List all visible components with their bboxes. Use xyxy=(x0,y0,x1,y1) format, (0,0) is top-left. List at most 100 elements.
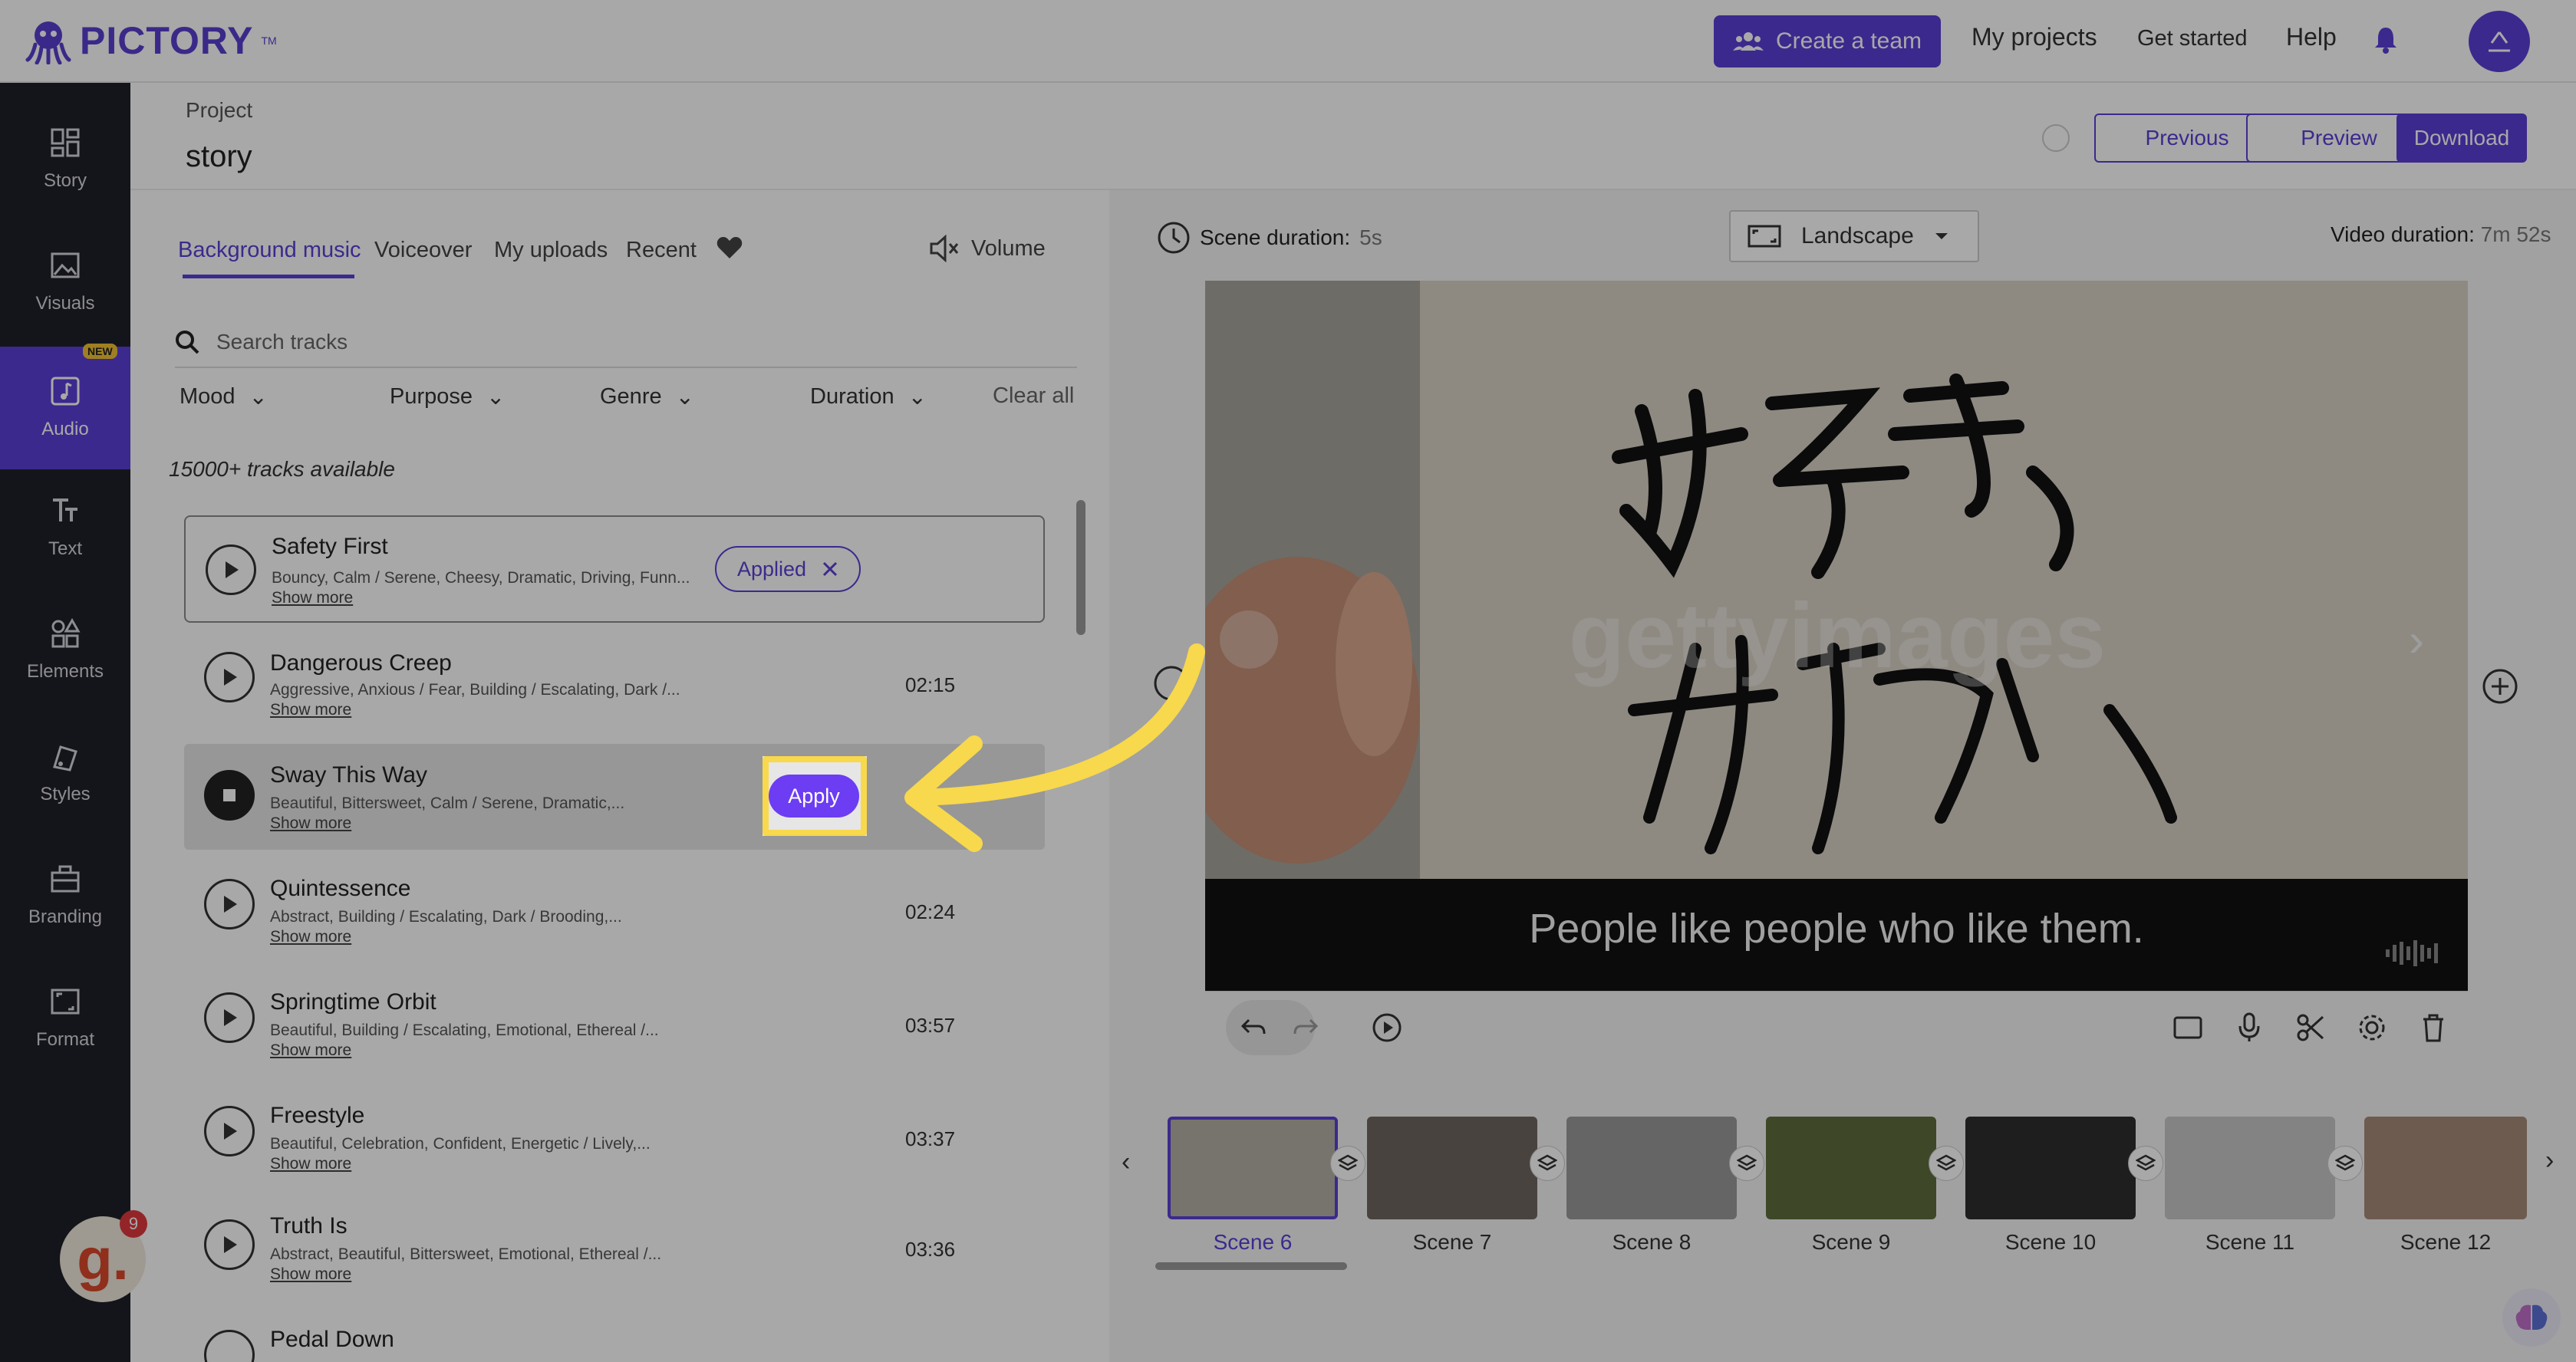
show-more-link[interactable]: Show more xyxy=(270,701,351,719)
layers-icon[interactable] xyxy=(2128,1146,2163,1181)
layers-icon[interactable] xyxy=(1530,1146,1565,1181)
scenes-next-arrow-icon[interactable]: › xyxy=(2545,1146,2554,1176)
hand-holding-image xyxy=(1174,281,1420,879)
play-button[interactable] xyxy=(204,1330,255,1362)
search-tracks-bar[interactable]: Search tracks xyxy=(175,317,1077,368)
my-projects-link[interactable]: My projects xyxy=(1972,23,2097,51)
play-button[interactable] xyxy=(204,1219,255,1270)
prev-frame-arrow-icon[interactable] xyxy=(1220,610,1278,669)
scene-duration-value[interactable]: 5s xyxy=(1359,225,1382,250)
chevron-down-icon: ⌄ xyxy=(675,385,694,410)
favorites-heart-icon[interactable] xyxy=(716,236,743,263)
loading-spinner-icon xyxy=(2042,124,2070,152)
close-icon[interactable] xyxy=(822,561,838,577)
bell-icon[interactable] xyxy=(2373,26,2398,58)
sidebar-item-story[interactable]: Story xyxy=(0,98,130,221)
sidebar-item-text[interactable]: Text xyxy=(0,466,130,589)
play-button[interactable] xyxy=(204,652,255,702)
scene-thumbnail-11[interactable] xyxy=(2165,1117,2335,1219)
filter-mood[interactable]: Mood ⌄ xyxy=(180,383,268,410)
show-more-link[interactable]: Show more xyxy=(270,1041,351,1060)
scissors-icon[interactable] xyxy=(2294,1011,2327,1045)
tab-background-music[interactable]: Background music xyxy=(178,238,361,263)
track-item[interactable]: Pedal Down xyxy=(184,1319,1045,1362)
scene-label: Scene 12 xyxy=(2400,1230,2492,1254)
track-item[interactable]: Springtime Orbit Beautiful, Building / E… xyxy=(184,963,1045,1071)
play-button[interactable] xyxy=(206,544,256,595)
play-button[interactable] xyxy=(204,879,255,929)
play-icon xyxy=(224,896,237,913)
scene-thumbnail-6[interactable] xyxy=(1168,1117,1338,1219)
tab-voiceover[interactable]: Voiceover xyxy=(374,238,472,263)
next-frame-arrow-icon[interactable]: › xyxy=(2409,614,2424,666)
sidebar-item-branding[interactable]: Branding xyxy=(0,834,130,957)
sidebar-item-visuals[interactable]: Visuals xyxy=(0,221,130,344)
play-icon xyxy=(224,669,237,686)
tracks-scrollbar[interactable] xyxy=(1076,500,1085,635)
show-more-link[interactable]: Show more xyxy=(272,589,353,607)
play-button[interactable] xyxy=(204,1106,255,1156)
volume-control[interactable]: Volume xyxy=(930,235,1046,262)
filter-genre[interactable]: Genre ⌄ xyxy=(600,383,694,410)
sidebar-item-format[interactable]: Format xyxy=(0,957,130,1080)
search-icon xyxy=(176,331,199,354)
scenes-scrollbar[interactable] xyxy=(1155,1262,1347,1270)
microphone-icon[interactable] xyxy=(2232,1011,2266,1045)
track-name: Truth Is xyxy=(270,1213,348,1239)
scene-thumbnail-10[interactable] xyxy=(1965,1117,2136,1219)
scenes-prev-arrow-icon[interactable]: ‹ xyxy=(1122,1147,1130,1177)
track-item[interactable]: Truth Is Abstract, Beautiful, Bitterswee… xyxy=(184,1190,1045,1298)
show-more-link[interactable]: Show more xyxy=(270,928,351,946)
scene-thumbnail-8[interactable] xyxy=(1566,1117,1737,1219)
stop-button[interactable] xyxy=(204,770,255,821)
tracks-count: 15000+ tracks available xyxy=(169,457,395,481)
play-scene-icon[interactable] xyxy=(1370,1011,1404,1045)
redo-icon[interactable] xyxy=(1289,1011,1323,1045)
scene-thumbnail-9[interactable] xyxy=(1766,1117,1936,1219)
filter-duration[interactable]: Duration ⌄ xyxy=(810,383,927,410)
sidebar-label-elements: Elements xyxy=(26,661,104,682)
scene-thumbnail-12[interactable] xyxy=(2364,1117,2527,1219)
tab-my-uploads[interactable]: My uploads xyxy=(494,238,608,263)
track-item[interactable]: Freestyle Beautiful, Celebration, Confid… xyxy=(184,1077,1045,1184)
trash-icon[interactable] xyxy=(2416,1011,2450,1045)
format-icon xyxy=(51,989,80,1015)
layers-icon[interactable] xyxy=(1729,1146,1764,1181)
search-input[interactable]: Search tracks xyxy=(216,330,348,354)
caption-text[interactable]: People like people who like them. xyxy=(1205,905,2468,952)
layers-icon[interactable] xyxy=(1929,1146,1964,1181)
sidebar-label-story: Story xyxy=(43,170,87,191)
captions-icon[interactable] xyxy=(2171,1011,2205,1045)
getty-watermark: gettyimages xyxy=(1568,584,2107,687)
layers-icon[interactable] xyxy=(2327,1146,2363,1181)
get-started-link[interactable]: Get started xyxy=(2137,26,2247,51)
clear-all-button[interactable]: Clear all xyxy=(993,383,1074,409)
show-more-link[interactable]: Show more xyxy=(270,1265,351,1284)
track-name: Freestyle xyxy=(270,1103,365,1128)
tab-recent[interactable]: Recent xyxy=(626,238,697,263)
speaker-mute-icon xyxy=(930,235,959,262)
filter-purpose[interactable]: Purpose ⌄ xyxy=(390,383,505,410)
sidebar-item-audio[interactable]: NEW Audio xyxy=(0,344,130,469)
download-button[interactable]: Download xyxy=(2396,114,2527,163)
add-scene-icon[interactable] xyxy=(2481,667,2519,709)
sidebar-item-elements[interactable]: Elements xyxy=(0,589,130,712)
ai-brain-icon[interactable] xyxy=(2502,1288,2561,1347)
project-name[interactable]: story xyxy=(186,140,252,174)
create-team-button[interactable]: Create a team xyxy=(1714,15,1941,67)
settings-gear-icon[interactable] xyxy=(2355,1011,2389,1045)
play-button[interactable] xyxy=(204,992,255,1043)
volume-label: Volume xyxy=(971,235,1046,261)
orientation-dropdown[interactable]: Landscape xyxy=(1729,210,1979,262)
undo-icon[interactable] xyxy=(1237,1011,1270,1045)
show-more-link[interactable]: Show more xyxy=(270,814,351,833)
user-avatar[interactable] xyxy=(2469,11,2530,72)
pictory-logo[interactable]: PICTORY TM xyxy=(25,15,277,66)
track-tags: Abstract, Beautiful, Bittersweet, Emotio… xyxy=(270,1245,662,1263)
show-more-link[interactable]: Show more xyxy=(270,1155,351,1173)
scene-thumbnail-7[interactable] xyxy=(1367,1117,1537,1219)
layers-icon[interactable] xyxy=(1330,1146,1365,1181)
help-link[interactable]: Help xyxy=(2286,23,2337,51)
sidebar-item-styles[interactable]: Styles xyxy=(0,712,130,834)
track-item[interactable]: Safety First Bouncy, Calm / Serene, Chee… xyxy=(184,515,1045,623)
